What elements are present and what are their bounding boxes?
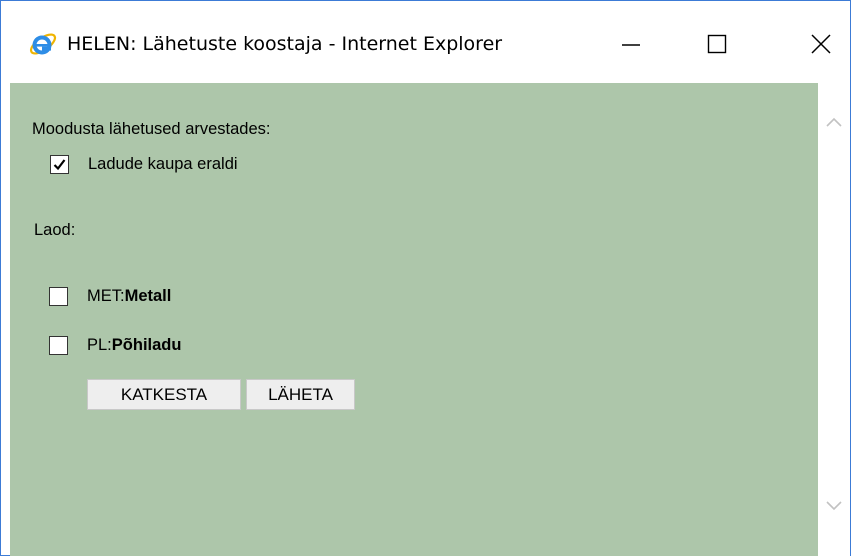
warehouse-pl-checkbox[interactable] bbox=[49, 336, 68, 355]
warehouse-met-checkbox[interactable] bbox=[49, 287, 68, 306]
warehouse-met-name: Metall bbox=[124, 287, 172, 305]
scroll-up-icon[interactable] bbox=[824, 115, 844, 129]
scroll-down-icon[interactable] bbox=[824, 499, 844, 513]
separate-by-warehouse-checkbox[interactable] bbox=[50, 155, 69, 174]
warehouse-met-label[interactable]: MET:Metall bbox=[87, 287, 171, 306]
form-heading: Moodusta lähetused arvestades: bbox=[32, 120, 271, 138]
maximize-button[interactable] bbox=[687, 21, 747, 67]
warehouses-label: Laod: bbox=[34, 221, 76, 239]
close-icon bbox=[811, 34, 831, 54]
warehouse-met-code: MET: bbox=[87, 287, 125, 305]
warehouse-pl-code: PL: bbox=[87, 336, 112, 354]
internet-explorer-icon bbox=[29, 33, 57, 55]
warehouse-pl-label[interactable]: PL:Põhiladu bbox=[87, 336, 181, 355]
minimize-button[interactable] bbox=[601, 21, 661, 67]
checkmark-icon bbox=[53, 159, 66, 171]
separate-by-warehouse-label[interactable]: Ladude kaupa eraldi bbox=[88, 155, 238, 174]
title-bar[interactable]: HELEN: Lähetuste koostaja - Internet Exp… bbox=[1, 1, 850, 83]
browser-window: HELEN: Lähetuste koostaja - Internet Exp… bbox=[0, 0, 851, 556]
close-button[interactable] bbox=[791, 21, 851, 67]
vertical-scrollbar[interactable] bbox=[818, 83, 850, 556]
send-button[interactable]: LÄHETA bbox=[246, 379, 355, 410]
window-title: HELEN: Lähetuste koostaja - Internet Exp… bbox=[67, 33, 503, 55]
warehouse-pl-name: Põhiladu bbox=[111, 336, 182, 354]
maximize-icon bbox=[707, 34, 727, 54]
minimize-icon bbox=[622, 44, 640, 46]
cancel-button[interactable]: KATKESTA bbox=[87, 379, 241, 410]
form-area: Moodusta lähetused arvestades: Ladude ka… bbox=[10, 83, 818, 556]
